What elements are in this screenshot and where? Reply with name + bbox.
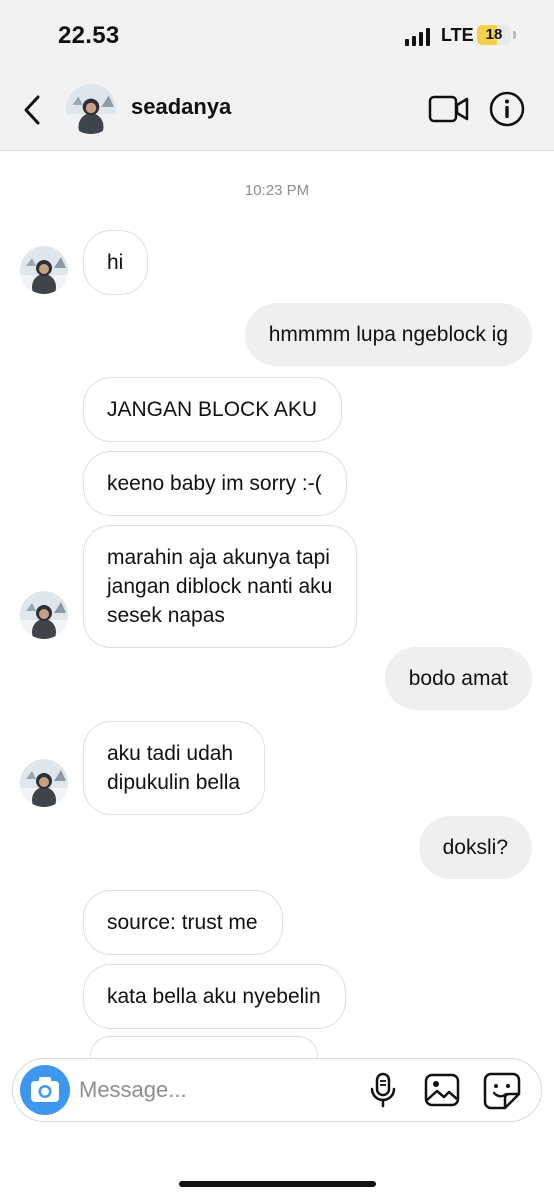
info-icon[interactable] — [488, 90, 526, 128]
incoming-message[interactable]: hi — [83, 230, 149, 295]
signal-icon — [405, 28, 435, 46]
back-chevron-icon[interactable] — [18, 90, 48, 130]
chat-timestamp: 10:23 PM — [244, 182, 310, 199]
message-text: source: trust me — [107, 911, 258, 934]
avatar[interactable] — [20, 591, 68, 639]
avatar[interactable] — [66, 84, 116, 134]
chat-header: seadanya — [0, 72, 554, 151]
message-text: bodo amat — [408, 667, 508, 690]
incoming-message[interactable]: marahin aja akunya tapi jangan diblock n… — [83, 525, 358, 648]
message-text: hi — [107, 251, 124, 274]
video-call-icon[interactable] — [428, 92, 470, 126]
message-text: hmmmm lupa ngeblock ig — [268, 323, 508, 346]
status-bar: 22.53 LTE 18 — [0, 0, 554, 72]
message-input[interactable] — [79, 1075, 339, 1105]
network-type: LTE — [441, 25, 474, 45]
avatar[interactable] — [20, 246, 68, 294]
message-text: doksli? — [442, 836, 508, 859]
message-text: marahin aja akunya tapi jangan diblock n… — [107, 546, 333, 627]
sticker-icon[interactable] — [483, 1072, 521, 1110]
message-composer — [12, 1058, 542, 1122]
incoming-message[interactable]: kata bella aku nyebelin — [83, 964, 346, 1029]
chat-username[interactable]: seadanya — [131, 94, 231, 120]
battery-icon: 18 — [477, 25, 511, 45]
outgoing-message[interactable]: hmmmm lupa ngeblock ig — [244, 303, 532, 366]
incoming-message[interactable]: keeno baby im sorry :-( — [83, 451, 347, 516]
battery-tip — [513, 31, 516, 39]
incoming-message[interactable]: JANGAN BLOCK AKU — [83, 377, 343, 442]
outgoing-message[interactable]: doksli? — [418, 816, 532, 879]
status-time: 22.53 — [58, 22, 120, 49]
incoming-message[interactable]: aku tadi udah dipukulin bella — [83, 721, 266, 815]
avatar[interactable] — [20, 759, 68, 807]
message-text: keeno baby im sorry :-( — [107, 472, 322, 495]
battery-percentage: 18 — [485, 26, 503, 43]
incoming-message[interactable]: source: trust me — [83, 890, 283, 955]
message-text: kata bella aku nyebelin — [107, 985, 321, 1008]
message-text: JANGAN BLOCK AKU — [107, 398, 318, 421]
camera-icon[interactable] — [20, 1065, 70, 1115]
message-text: aku tadi udah dipukulin bella — [107, 742, 241, 794]
outgoing-message[interactable]: bodo amat — [384, 647, 532, 710]
gallery-icon[interactable] — [424, 1073, 460, 1107]
microphone-icon[interactable] — [366, 1072, 400, 1108]
home-indicator — [179, 1181, 376, 1187]
